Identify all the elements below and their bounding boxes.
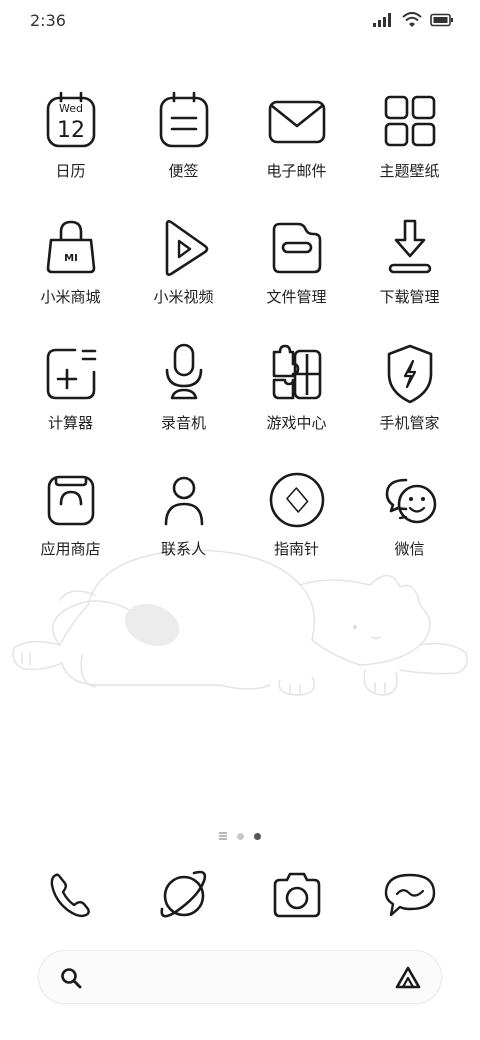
app-label: 录音机 <box>160 414 206 432</box>
wechat-icon <box>378 468 442 532</box>
app-calculator[interactable]: 计算器 <box>14 342 127 468</box>
app-label: 下载管理 <box>379 288 440 306</box>
messages-icon <box>378 863 442 927</box>
notes-icon <box>152 90 216 154</box>
calendar-weekday: Wed <box>59 102 83 115</box>
app-label: 微信 <box>394 540 425 558</box>
calendar-day: 12 <box>57 118 85 143</box>
status-icons <box>372 12 454 28</box>
app-label: 小米视频 <box>153 288 214 306</box>
recorder-icon <box>152 342 216 406</box>
contacts-icon <box>152 468 216 532</box>
camera-icon <box>265 863 329 927</box>
mi-video-icon <box>152 216 216 280</box>
app-recorder[interactable]: 录音机 <box>127 342 240 468</box>
app-row: MI 小米商城 小米视频 文件管理 下载管理 <box>14 216 466 342</box>
app-notes[interactable]: 便签 <box>127 90 240 216</box>
status-time: 2:36 <box>30 11 66 30</box>
themes-icon <box>378 90 442 154</box>
compass-icon <box>265 468 329 532</box>
app-file-manager[interactable]: 文件管理 <box>240 216 353 342</box>
game-center-icon <box>265 342 329 406</box>
app-wechat[interactable]: 微信 <box>353 468 466 594</box>
file-manager-icon <box>265 216 329 280</box>
app-store-icon <box>39 468 103 532</box>
dock-camera[interactable] <box>240 860 353 930</box>
app-game-center[interactable]: 游戏中心 <box>240 342 353 468</box>
app-mi-video[interactable]: 小米视频 <box>127 216 240 342</box>
wifi-icon <box>402 12 422 28</box>
battery-icon <box>430 13 454 27</box>
app-label: 应用商店 <box>40 540 101 558</box>
search-icon <box>59 966 83 990</box>
app-calendar[interactable]: Wed 12 日历 <box>14 90 127 216</box>
app-row: 应用商店 联系人 指南针 微信 <box>14 468 466 594</box>
app-label: 指南针 <box>273 540 319 558</box>
app-themes[interactable]: 主题壁纸 <box>353 90 466 216</box>
app-label: 主题壁纸 <box>379 162 440 180</box>
app-grid: Wed 12 日历 便签 电子邮件 主题壁纸 MI 小米商城 小米视频 文件管理… <box>14 90 466 594</box>
downloads-icon <box>378 216 442 280</box>
phone-icon <box>39 863 103 927</box>
app-mi-store[interactable]: MI 小米商城 <box>14 216 127 342</box>
app-compass[interactable]: 指南针 <box>240 468 353 594</box>
page-dot-active[interactable] <box>254 832 261 840</box>
app-label: 日历 <box>55 162 86 180</box>
dock <box>14 860 466 930</box>
minus-one-screen-indicator[interactable] <box>219 832 227 840</box>
app-label: 游戏中心 <box>266 414 327 432</box>
app-email[interactable]: 电子邮件 <box>240 90 353 216</box>
dock-browser[interactable] <box>127 860 240 930</box>
browser-icon <box>152 863 216 927</box>
app-app-store[interactable]: 应用商店 <box>14 468 127 594</box>
app-label: 文件管理 <box>266 288 327 306</box>
app-security[interactable]: 手机管家 <box>353 342 466 468</box>
assistant-icon[interactable] <box>395 965 421 991</box>
app-row: 计算器 录音机 游戏中心 手机管家 <box>14 342 466 468</box>
app-row: Wed 12 日历 便签 电子邮件 主题壁纸 <box>14 90 466 216</box>
email-icon <box>265 90 329 154</box>
app-label: 计算器 <box>47 414 93 432</box>
page-dot[interactable] <box>237 832 244 840</box>
app-downloads[interactable]: 下载管理 <box>353 216 466 342</box>
bag-text: MI <box>64 253 78 264</box>
search-bar[interactable] <box>38 950 442 1004</box>
app-label: 小米商城 <box>40 288 101 306</box>
app-label: 联系人 <box>160 540 206 558</box>
app-label: 手机管家 <box>379 414 440 432</box>
app-label: 便签 <box>168 162 199 180</box>
dock-messages[interactable] <box>353 860 466 930</box>
app-contacts[interactable]: 联系人 <box>127 468 240 594</box>
page-indicator <box>0 828 480 844</box>
app-label: 电子邮件 <box>266 162 327 180</box>
calculator-icon <box>39 342 103 406</box>
security-icon <box>378 342 442 406</box>
calendar-icon: Wed 12 <box>39 90 103 154</box>
status-bar: 2:36 <box>0 0 480 40</box>
mi-store-icon: MI <box>39 216 103 280</box>
signal-icon <box>372 12 394 28</box>
dock-phone[interactable] <box>14 860 127 930</box>
